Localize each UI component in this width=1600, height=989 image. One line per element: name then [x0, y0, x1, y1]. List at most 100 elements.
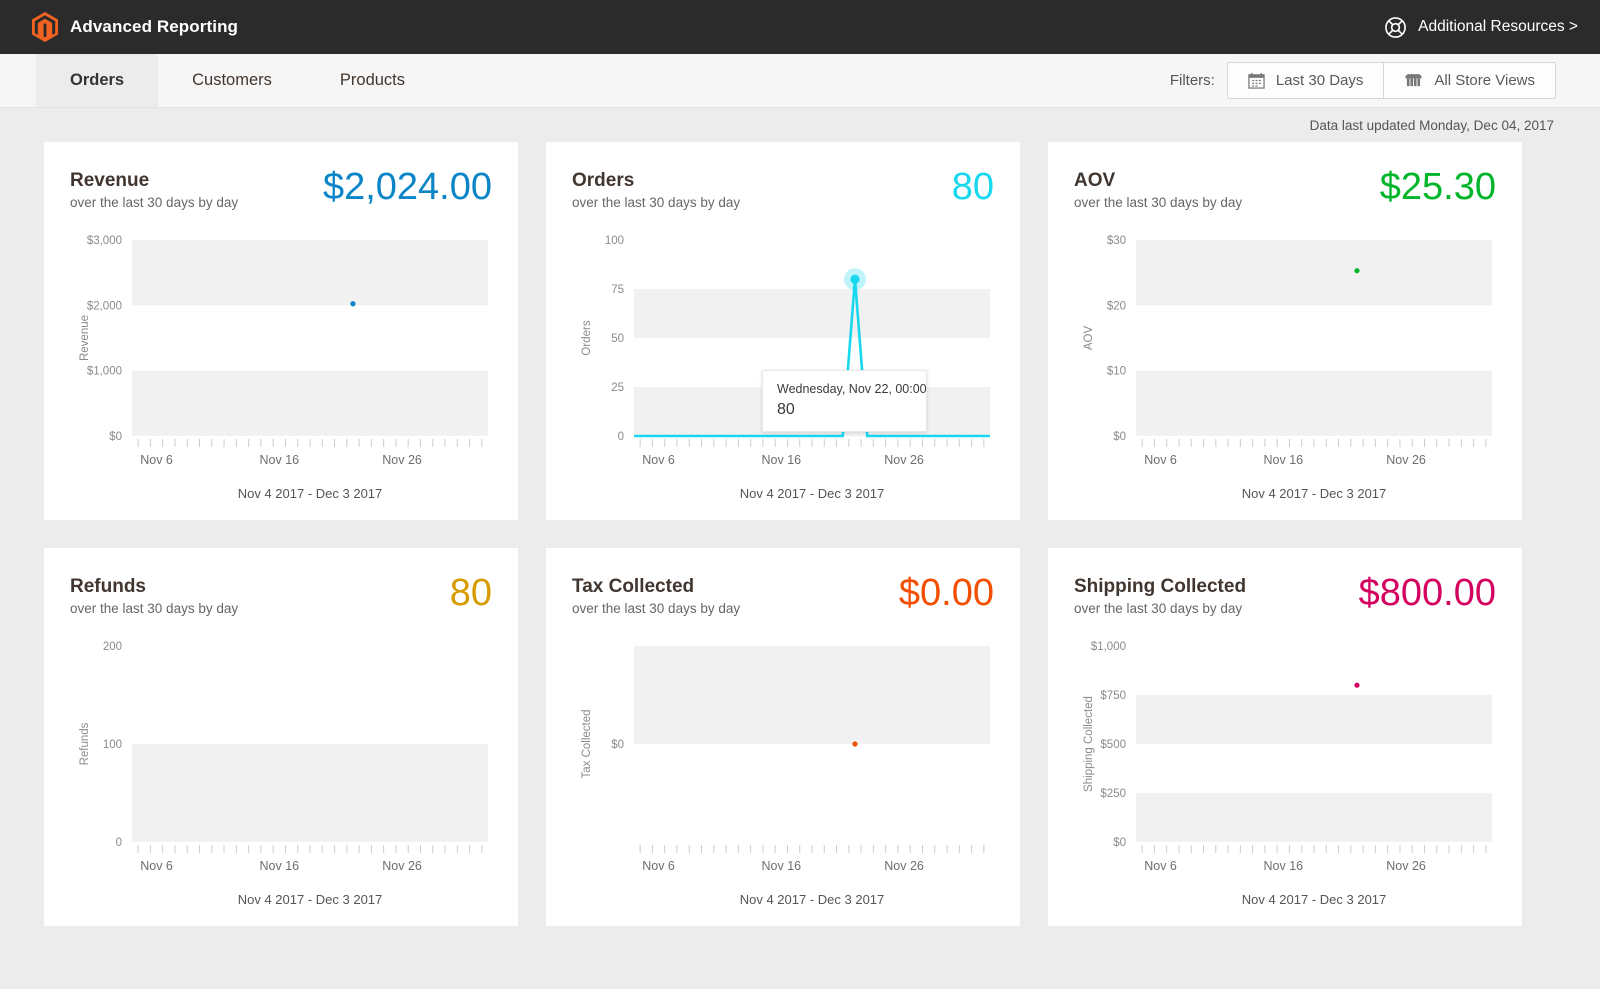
brand: Advanced Reporting [32, 12, 238, 42]
card-revenue-subtitle: over the last 30 days by day [70, 194, 239, 210]
card-revenue-head: Revenue over the last 30 days by day $2,… [70, 168, 492, 210]
card-shipping-value: $800.00 [1358, 572, 1496, 614]
svg-text:$10: $10 [1107, 366, 1126, 378]
tab-products-label: Products [339, 71, 406, 89]
store-view-filter-label: All Store Views [1434, 72, 1535, 89]
tab-customers-label: Customers [192, 71, 272, 89]
card-aov-subtitle: over the last 30 days by day [1074, 194, 1243, 210]
card-refunds-subtitle: over the last 30 days by day [70, 600, 239, 616]
tab-list: Orders Customers Products [0, 54, 439, 107]
svg-text:$30: $30 [1107, 235, 1126, 247]
svg-text:Nov 6: Nov 6 [1144, 859, 1177, 873]
svg-text:$1,000: $1,000 [87, 366, 122, 378]
svg-text:Nov 26: Nov 26 [1386, 859, 1426, 873]
svg-text:Nov 16: Nov 16 [762, 453, 802, 467]
chart-tooltip: Wednesday, Nov 22, 00:00 80 [762, 370, 927, 432]
chart-tax-collected: $0 Tax Collected Nov 6 Nov 16 Nov 26 Nov 4 20… [572, 632, 998, 912]
svg-text:$500: $500 [1100, 739, 1126, 751]
svg-text:Nov 6: Nov 6 [140, 453, 173, 467]
app-title: Advanced Reporting [70, 17, 239, 36]
card-orders: Orders over the last 30 days by day 80 1… [546, 142, 1020, 520]
svg-text:Nov 16: Nov 16 [762, 859, 802, 873]
svg-text:Nov 26: Nov 26 [884, 859, 924, 873]
card-tax-value: $0.00 [898, 572, 994, 614]
lifebuoy-icon [1384, 16, 1407, 39]
svg-text:0: 0 [116, 837, 122, 849]
card-aov-value: $25.30 [1379, 166, 1496, 208]
svg-text:Nov 16: Nov 16 [260, 859, 300, 873]
svg-text:$0: $0 [611, 739, 624, 751]
svg-text:Nov 6: Nov 6 [1144, 453, 1177, 467]
svg-text:Nov 6: Nov 6 [642, 859, 675, 873]
tab-customers[interactable]: Customers [158, 54, 306, 107]
card-revenue-titleblock: Revenue over the last 30 days by day [70, 170, 238, 210]
svg-text:$0: $0 [1113, 431, 1126, 443]
card-refunds-titleblock: Refunds over the last 30 days by day [70, 576, 238, 616]
svg-text:Orders: Orders [581, 320, 593, 355]
card-tax-subtitle: over the last 30 days by day [572, 600, 741, 616]
svg-text:100: 100 [103, 739, 122, 751]
svg-text:$750: $750 [1100, 690, 1126, 702]
svg-text:Tax Collected: Tax Collected [581, 709, 593, 778]
svg-text:Nov 4 2017 - Dec 3 2017: Nov 4 2017 - Dec 3 2017 [238, 486, 383, 501]
svg-text:0: 0 [618, 431, 624, 443]
svg-text:100: 100 [605, 235, 624, 247]
card-revenue-title: Revenue [70, 170, 150, 191]
svg-text:25: 25 [611, 382, 624, 394]
chart-refunds: 200 100 0 Refunds Nov 6 Nov 16 Nov 26 Nov 4 201… [70, 632, 496, 912]
card-refunds-value: 80 [449, 572, 492, 614]
tab-orders-label: Orders [70, 71, 125, 89]
card-refunds-title: Refunds [70, 576, 146, 597]
svg-text:$3,000: $3,000 [87, 235, 122, 247]
date-range-filter-button[interactable]: Last 30 Days [1228, 63, 1384, 98]
tooltip-date: Wednesday, Nov 22, 00:00 [777, 382, 927, 396]
svg-text:Nov 4 2017 - Dec 3 2017: Nov 4 2017 - Dec 3 2017 [238, 892, 383, 907]
top-header-bar: Advanced Reporting Additional Resources … [0, 0, 1600, 54]
card-shipping-title: Shipping Collected [1074, 576, 1247, 597]
svg-text:75: 75 [611, 284, 624, 296]
data-updated-text: Data last updated Monday, Dec 04, 2017 [1309, 117, 1554, 133]
chart-aov: $30 $20 $10 $0 AOV Nov 6 Nov 16 Nov 26 Nov 4 201… [1074, 226, 1500, 506]
svg-text:$250: $250 [1100, 788, 1126, 800]
additional-resources-link[interactable]: Additional Resources > [1384, 16, 1578, 39]
svg-text:Shipping Collected: Shipping Collected [1083, 696, 1095, 792]
svg-text:Nov 26: Nov 26 [382, 859, 422, 873]
card-orders-head: Orders over the last 30 days by day 80 [572, 166, 994, 210]
svg-text:Nov 26: Nov 26 [1386, 453, 1426, 467]
card-shipping-head: Shipping Collected over the last 30 days… [1074, 572, 1496, 616]
svg-text:$2,000: $2,000 [87, 300, 122, 312]
card-refunds-head: Refunds over the last 30 days by day 80 [70, 572, 492, 616]
date-range-filter-label: Last 30 Days [1275, 72, 1364, 89]
kpi-card-grid: Revenue over the last 30 days by day $2,… [0, 142, 1600, 926]
svg-text:200: 200 [103, 641, 122, 653]
svg-text:Nov 16: Nov 16 [1264, 859, 1304, 873]
svg-text:Nov 4 2017 - Dec 3 2017: Nov 4 2017 - Dec 3 2017 [740, 892, 885, 907]
tab-products[interactable]: Products [306, 54, 439, 107]
card-orders-value: 80 [951, 166, 994, 208]
card-tax-head: Tax Collected over the last 30 days by d… [572, 572, 994, 616]
chart-shipping-collected: $1,000 $750 $500 $250 $0 Shipping Collected No… [1074, 632, 1500, 912]
tab-orders[interactable]: Orders [36, 54, 159, 107]
card-tax-titleblock: Tax Collected over the last 30 days by d… [572, 576, 740, 616]
card-aov: AOV over the last 30 days by day $25.30 … [1048, 142, 1522, 520]
svg-text:Nov 26: Nov 26 [884, 453, 924, 467]
tab-filter-bar: Orders Customers Products Filters: Last [0, 54, 1600, 108]
card-revenue: Revenue over the last 30 days by day $2,… [44, 142, 518, 520]
store-icon [1404, 73, 1423, 89]
card-aov-head: AOV over the last 30 days by day $25.30 [1074, 166, 1496, 210]
calendar-icon [1248, 72, 1265, 89]
svg-text:$0: $0 [109, 431, 122, 443]
filter-button-group: Last 30 Days All Store Views [1226, 62, 1556, 99]
tooltip-value: 80 [777, 401, 795, 418]
card-shipping-subtitle: over the last 30 days by day [1074, 600, 1243, 616]
filters-area: Filters: Last 30 Days All Store Views [1170, 54, 1600, 107]
store-view-filter-button[interactable]: All Store Views [1383, 63, 1555, 98]
svg-text:AOV: AOV [1083, 326, 1095, 351]
svg-text:50: 50 [611, 333, 624, 345]
card-refunds: Refunds over the last 30 days by day 80 … [44, 548, 518, 926]
svg-text:Nov 4 2017 - Dec 3 2017: Nov 4 2017 - Dec 3 2017 [1242, 486, 1387, 501]
svg-text:Nov 4 2017 - Dec 3 2017: Nov 4 2017 - Dec 3 2017 [740, 486, 885, 501]
card-shipping-titleblock: Shipping Collected over the last 30 days… [1074, 576, 1246, 616]
svg-text:Nov 4 2017 - Dec 3 2017: Nov 4 2017 - Dec 3 2017 [1242, 892, 1387, 907]
svg-text:$0: $0 [1113, 837, 1126, 849]
